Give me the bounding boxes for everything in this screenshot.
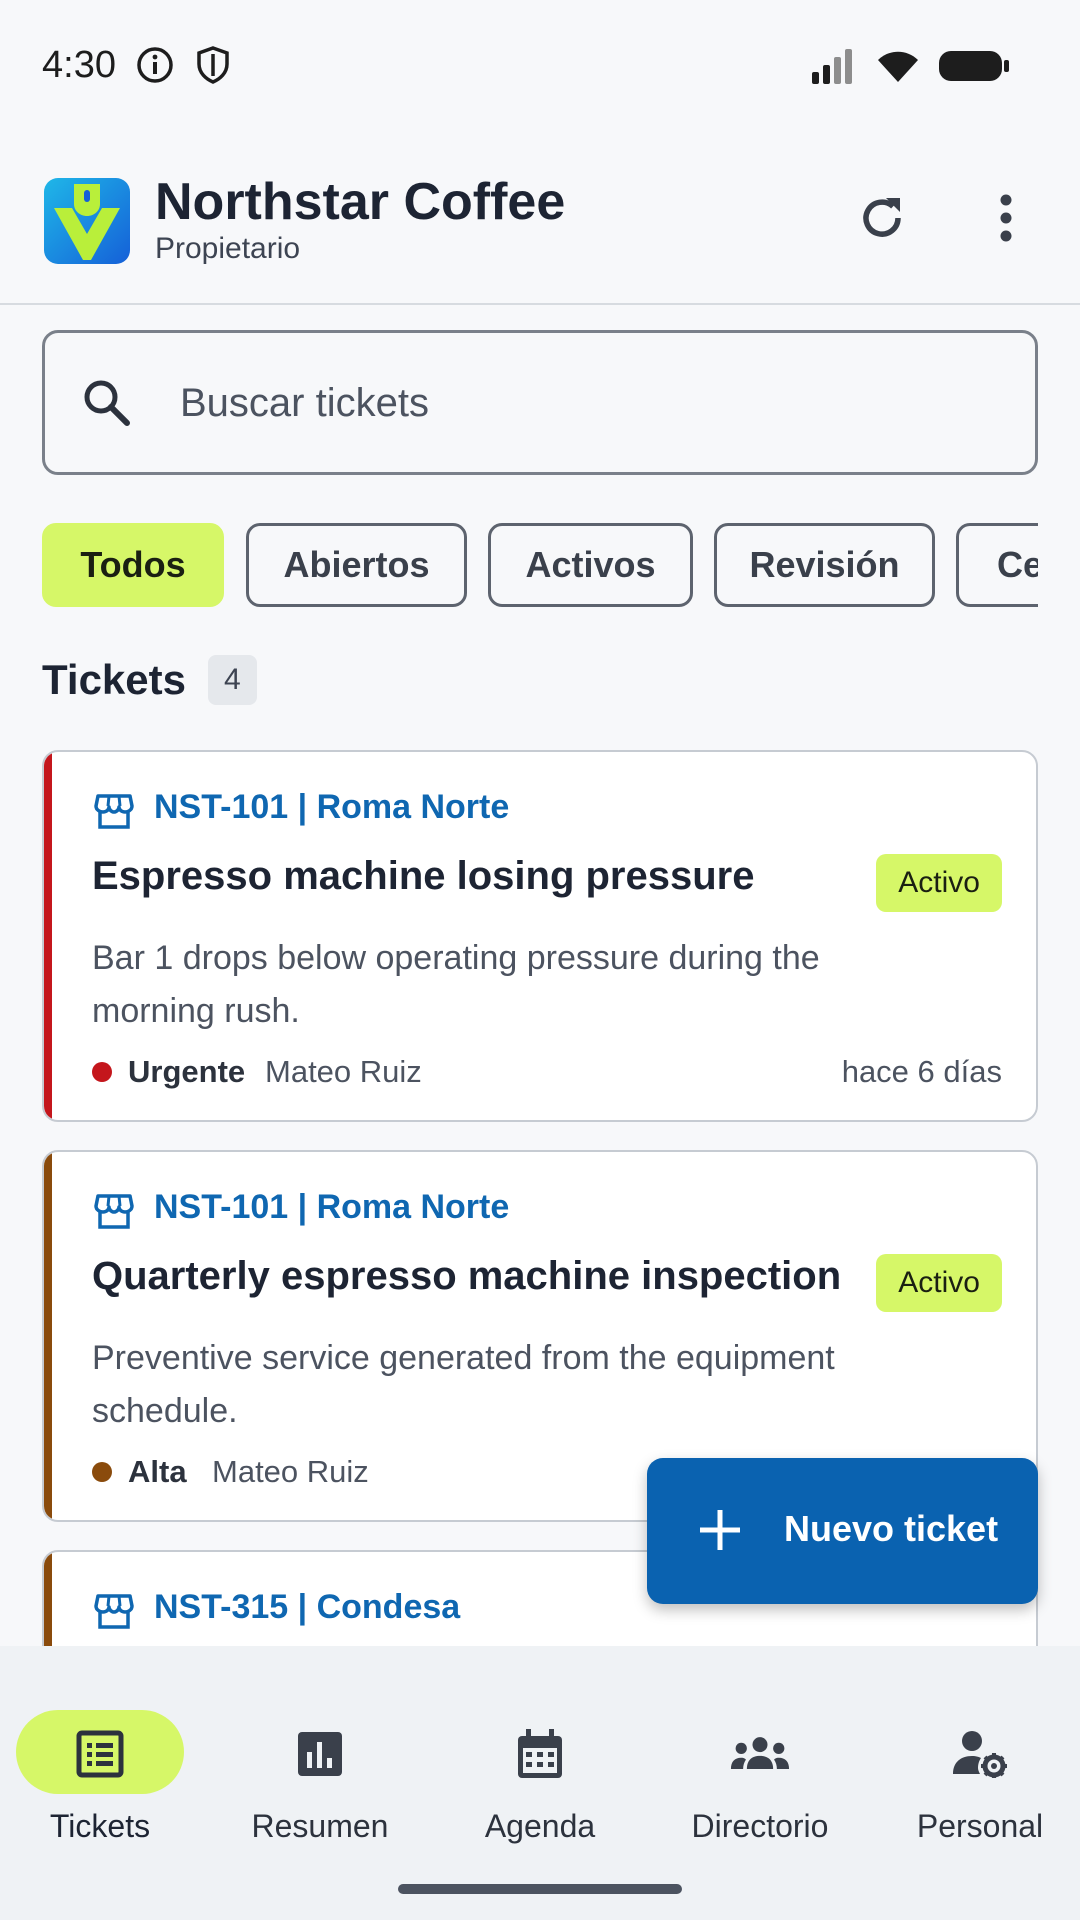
calendar-icon: [510, 1724, 570, 1784]
nav-item-agenda[interactable]: Agenda: [440, 1678, 640, 1844]
priority-label: Urgente: [128, 1054, 246, 1089]
ticket-description: Preventive service generated from the eq…: [92, 1339, 835, 1430]
nav-label: Personal: [916, 1808, 1044, 1844]
battery-icon: [938, 48, 1010, 89]
refresh-icon: [856, 192, 908, 249]
ticket-card[interactable]: NST-101 | Roma Norte Espresso machine lo…: [42, 750, 1038, 1122]
bar-chart-icon: [290, 1724, 350, 1784]
status-badge: Activo: [876, 854, 1002, 912]
ticket-ref: NST-101 | Roma Norte: [154, 1188, 510, 1226]
store-icon: [94, 792, 134, 835]
app-logo: [44, 178, 130, 264]
search-input[interactable]: [180, 373, 980, 433]
priority-accent: [44, 752, 52, 1120]
ticket-time: hace 6 días: [841, 1054, 1002, 1089]
filter-chips: Todos Abiertos Activos Revisión Ce: [42, 523, 1038, 607]
nav-item-personal[interactable]: Personal: [880, 1678, 1080, 1844]
chip-revision[interactable]: Revisión: [714, 523, 935, 607]
nav-label: Directorio: [691, 1808, 829, 1844]
user-settings-icon: [950, 1724, 1010, 1784]
plus-icon: [697, 1507, 743, 1558]
new-ticket-label: Nuevo ticket: [784, 1508, 999, 1549]
store-icon: [94, 1192, 134, 1235]
bottom-nav: Tickets Resumen Agenda Directorio Person…: [0, 1646, 1080, 1920]
chip-abiertos[interactable]: Abiertos: [246, 523, 467, 607]
tickets-title: Tickets: [42, 656, 186, 703]
nav-item-resumen[interactable]: Resumen: [220, 1678, 420, 1844]
home-indicator[interactable]: [398, 1884, 682, 1894]
chip-activos[interactable]: Activos: [488, 523, 693, 607]
nav-item-tickets[interactable]: Tickets: [0, 1678, 200, 1844]
list-icon: [70, 1724, 130, 1784]
nav-item-directorio[interactable]: Directorio: [660, 1678, 860, 1844]
priority-accent: [44, 1152, 52, 1520]
tickets-count-badge: 4: [208, 655, 257, 705]
search-box[interactable]: [42, 330, 1038, 475]
ticket-description: Bar 1 drops below operating pressure dur…: [92, 939, 820, 1030]
chip-cerrados[interactable]: Ce: [956, 523, 1038, 607]
status-badge: Activo: [876, 1254, 1002, 1312]
ticket-meta: Urgente Mateo Ruiz hace 6 días: [92, 1050, 1002, 1094]
new-ticket-button[interactable]: Nuevo ticket: [647, 1458, 1038, 1604]
chip-todos[interactable]: Todos: [42, 523, 224, 607]
tickets-header: Tickets 4: [42, 655, 257, 705]
ticket-title: Quarterly espresso machine inspection: [92, 1254, 842, 1298]
ticket-ref: NST-101 | Roma Norte: [154, 788, 510, 826]
nav-label: Tickets: [49, 1808, 151, 1844]
info-icon: [136, 46, 174, 89]
more-options-button[interactable]: [974, 188, 1038, 252]
groups-icon: [730, 1724, 790, 1784]
ticket-title: Espresso machine losing pressure: [92, 854, 755, 898]
assignee: Mateo Ruiz: [265, 1054, 422, 1089]
signal-icon: [810, 48, 858, 89]
nav-label: Agenda: [484, 1808, 596, 1844]
nav-label: Resumen: [251, 1808, 389, 1844]
shield-icon: [196, 46, 230, 89]
app-title: Northstar Coffee: [155, 173, 566, 231]
assignee: Mateo Ruiz: [212, 1454, 369, 1489]
priority-dot: [92, 1062, 112, 1082]
refresh-button[interactable]: [850, 188, 914, 252]
priority-dot: [92, 1462, 112, 1482]
status-time: 4:30: [42, 44, 116, 86]
search-icon: [81, 377, 133, 434]
store-icon: [94, 1592, 134, 1635]
wifi-icon: [876, 48, 920, 89]
status-bar: 4:30: [0, 0, 1080, 130]
app-bar: Northstar Coffee Propietario: [0, 160, 1080, 305]
priority-label: Alta: [128, 1454, 187, 1489]
app-subtitle: Propietario: [155, 232, 301, 265]
more-vert-icon: [998, 194, 1014, 247]
ticket-ref: NST-315 | Condesa: [154, 1588, 461, 1626]
